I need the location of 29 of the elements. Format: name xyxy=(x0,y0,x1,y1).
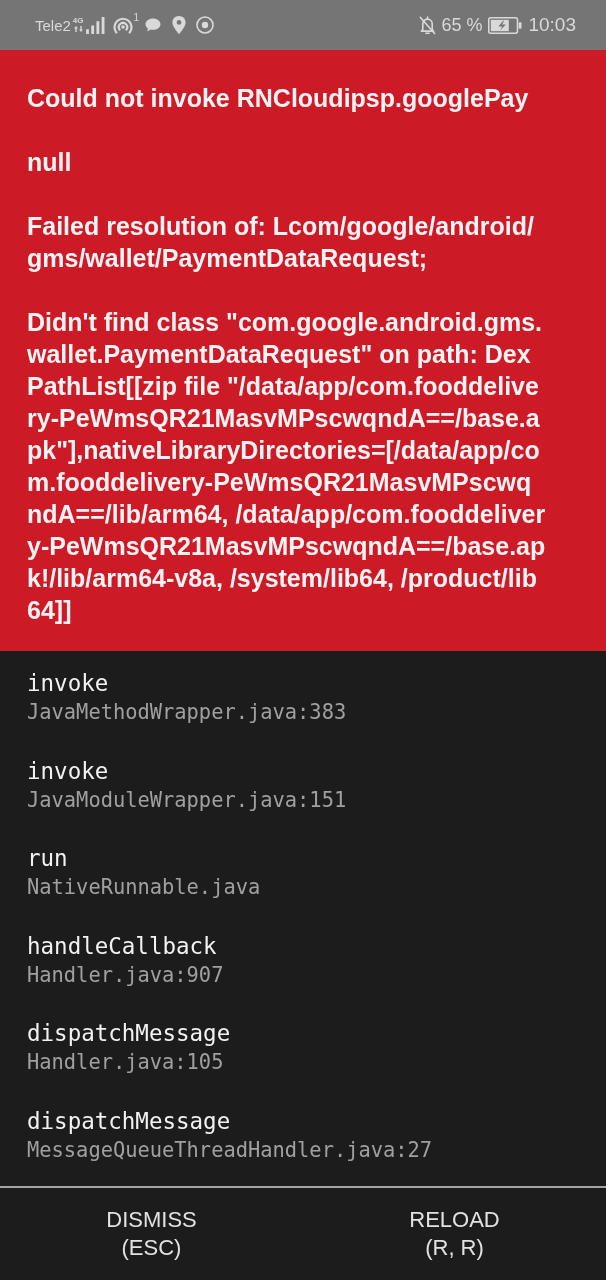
method-name: dispatchMessage xyxy=(27,1019,232,1048)
location-pin-icon xyxy=(172,16,187,34)
notification-count: 1 xyxy=(133,12,140,23)
battery-charging-icon xyxy=(488,16,523,34)
file-location: JavaModuleWrapper.java:151 xyxy=(27,786,348,814)
carrier-name: Tele2 xyxy=(35,16,71,34)
chat-bubble-icon xyxy=(145,18,162,32)
clock-time: 10:03 xyxy=(528,14,576,36)
circle-dot-icon xyxy=(196,16,215,34)
method-name: invoke xyxy=(27,669,110,698)
error-message: Failed resolution of: Lcom/google/android/gms/wallet/PaymentDataRequest; xyxy=(27,211,535,274)
file-location: MessageQueueThreadHandler.java:27 xyxy=(27,1136,434,1164)
error-message: Didn't find class "com.google.android.gms.wallet.PaymentDataRequest" on path: DexPathList[[zip file "/data/app/com.fooddelivery-PeWmsQR21MasvMPscwqndA==/base.apk"],nativeLibraryDirectories=[/data/app/com.fooddelivery-PeWmsQR21MasvMPscwqndA==/lib/arm64, /data/app/com.fooddelivery-PeWmsQR21MasvMPscwqndA==/base.apk!/lib/arm64-v8a, /system/lib64, /product/lib64]] xyxy=(27,307,546,626)
battery-percent: 65 % xyxy=(441,14,483,36)
error-message: null xyxy=(27,147,73,178)
method-name: invoke xyxy=(27,756,110,786)
method-name: dispatchMessage xyxy=(27,1106,232,1136)
method-name: handleCallback xyxy=(27,931,218,961)
file-location: Handler.java:907 xyxy=(27,961,225,989)
hotspot-icon xyxy=(112,16,133,34)
data-arrows-icon xyxy=(73,26,83,32)
file-location: NativeRunnable.java xyxy=(27,874,262,901)
signal-icon xyxy=(85,16,105,34)
error-message: Could not invoke RNCloudipsp.googlePay xyxy=(27,83,530,114)
file-location: Handler.java:105 xyxy=(27,1049,225,1076)
method-name: run xyxy=(27,844,69,873)
file-location: JavaMethodWrapper.java:383 xyxy=(27,699,348,726)
bell-slash-icon xyxy=(419,15,437,35)
network-type-label: 4G xyxy=(72,16,84,25)
